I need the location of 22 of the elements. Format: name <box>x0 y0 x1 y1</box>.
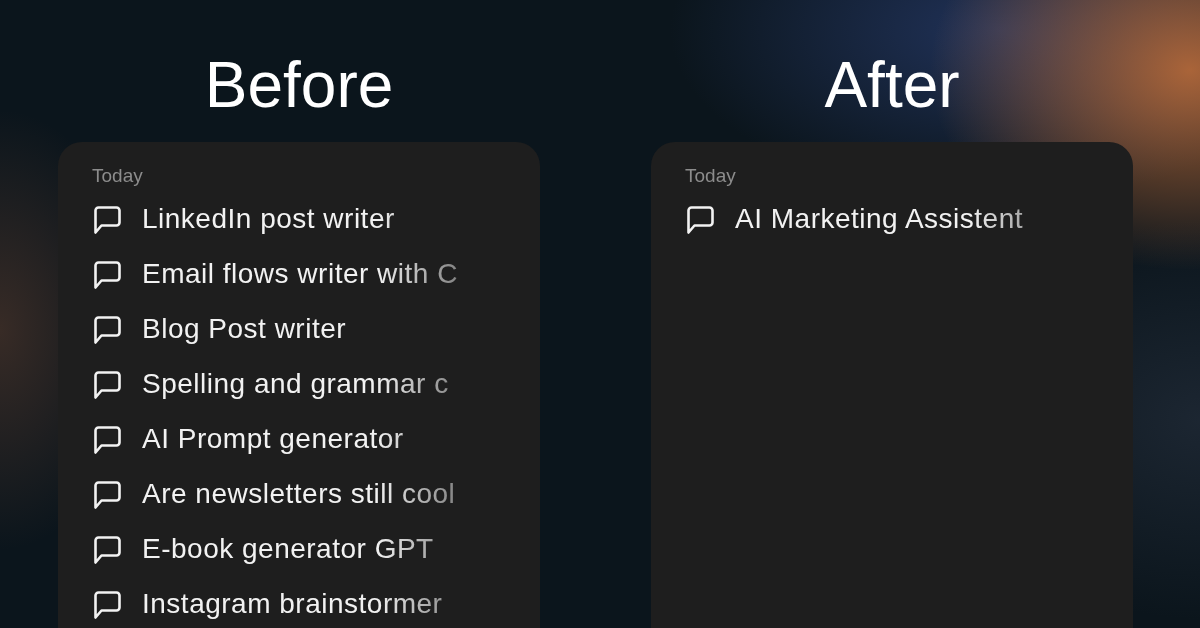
chat-item[interactable]: Spelling and grammar c <box>92 367 449 401</box>
chat-item[interactable]: Are newsletters still cool <box>92 477 456 511</box>
chat-item[interactable]: Email flows writer with C <box>92 257 458 291</box>
speech-bubble-icon <box>92 534 122 564</box>
speech-bubble-icon <box>92 259 122 289</box>
speech-bubble-icon <box>92 424 122 454</box>
chat-item[interactable]: LinkedIn post writer <box>92 202 395 236</box>
section-label: Today <box>685 164 736 188</box>
chat-item[interactable]: Instagram brainstormer <box>92 587 443 621</box>
chat-item[interactable]: AI Marketing Assistent <box>685 202 1023 236</box>
chat-item[interactable]: E-book generator GPT <box>92 532 434 566</box>
column-title: After <box>824 48 960 122</box>
speech-bubble-icon <box>92 589 122 619</box>
speech-bubble-icon <box>92 369 122 399</box>
speech-bubble-icon <box>92 314 122 344</box>
section-label: Today <box>92 164 143 188</box>
speech-bubble-icon <box>685 204 715 234</box>
speech-bubble-icon <box>92 479 122 509</box>
chat-item[interactable]: AI Prompt generator <box>92 422 404 456</box>
column-title: Before <box>204 48 394 122</box>
speech-bubble-icon <box>92 204 122 234</box>
chat-item[interactable]: Blog Post writer <box>92 312 347 346</box>
